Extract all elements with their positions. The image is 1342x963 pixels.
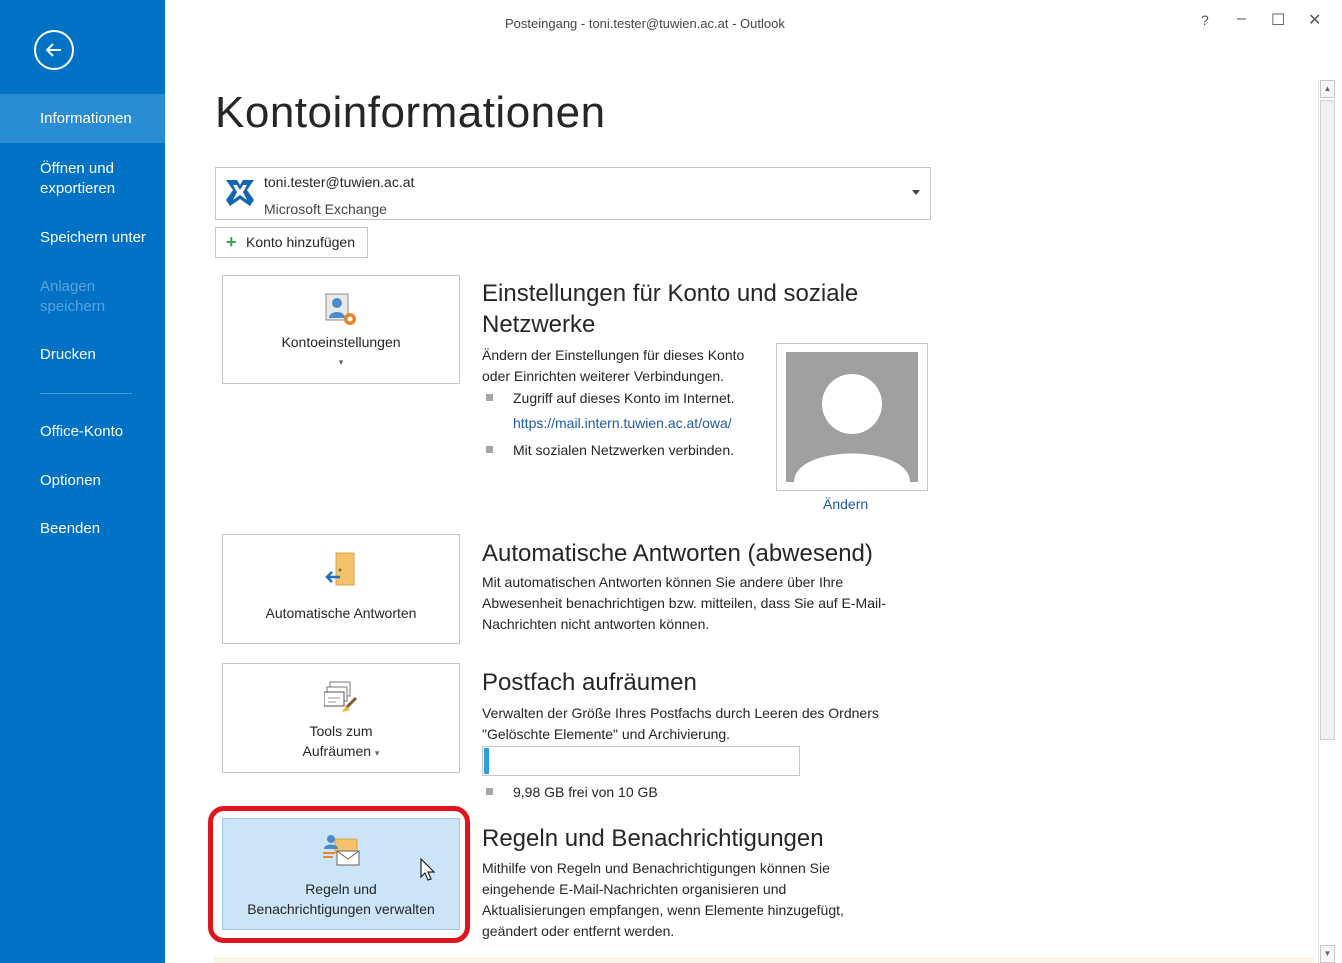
scroll-down-arrow-icon[interactable]: ▼: [1320, 945, 1335, 963]
automatic-replies-tile[interactable]: Automatische Antworten: [222, 534, 460, 644]
storage-usage-fill: [484, 748, 489, 774]
mailbox-cleanup-icon: [324, 681, 358, 712]
back-arrow-icon: [45, 43, 61, 57]
back-button[interactable]: [34, 30, 74, 70]
window-title: Posteingang - toni.tester@tuwien.ac.at -…: [505, 16, 785, 31]
nav-speichern-unter[interactable]: Speichern unter: [0, 228, 165, 248]
rules-alerts-icon: [323, 835, 360, 866]
bullet-icon: [486, 446, 493, 453]
nav-informationen[interactable]: Informationen: [0, 94, 165, 143]
close-button[interactable]: ✕: [1308, 10, 1321, 30]
settings-section-title: Einstellungen für Konto und soziale Netz…: [482, 280, 859, 338]
add-account-button[interactable]: + Konto hinzufügen: [215, 227, 368, 258]
plus-icon: +: [226, 232, 237, 252]
nav-divider: [40, 393, 132, 394]
nav-oeffnen-exportieren[interactable]: Öffnen und exportieren: [0, 159, 165, 199]
minimize-button[interactable]: –: [1237, 10, 1246, 28]
bullet-icon: [486, 394, 493, 401]
account-settings-icon: [325, 293, 356, 325]
nav-beenden[interactable]: Beenden: [0, 519, 165, 539]
account-type: Microsoft Exchange: [264, 201, 387, 217]
auto-reply-section-title: Automatische Antworten (abwesend): [482, 540, 873, 567]
manage-rules-tile[interactable]: Regeln und Benachrichtigungen verwalten: [222, 818, 460, 930]
social-networks-text: Mit sozialen Netzwerken verbinden.: [513, 442, 734, 458]
exchange-icon: [226, 180, 254, 206]
rules-section-title: Regeln und Benachrichtigungen: [482, 825, 824, 852]
maximize-button[interactable]: ☐: [1271, 10, 1285, 30]
nav-drucken[interactable]: Drucken: [0, 345, 165, 365]
tile-caret-icon: ▾: [374, 748, 380, 758]
page-title: Kontoinformationen: [215, 88, 606, 137]
mouse-cursor-icon: [420, 857, 436, 881]
owa-access-text: Zugriff auf dieses Konto im Internet.: [513, 390, 735, 406]
backstage-sidebar: Informationen Öffnen und exportieren Spe…: [0, 0, 165, 963]
nav-anlagen-speichern: Anlagen speichern: [40, 278, 106, 315]
tile-caret-icon: ▾: [338, 357, 344, 367]
profile-placeholder-icon: [786, 352, 918, 482]
account-email: toni.tester@tuwien.ac.at: [264, 174, 415, 190]
storage-free-text: 9,98 GB frei von 10 GB: [513, 784, 658, 800]
cleanup-tools-tile[interactable]: Tools zum Aufräumen ▾: [222, 663, 460, 773]
settings-description: Ändern der Einstellungen für dieses Kont…: [482, 347, 745, 384]
door-arrow-icon: [325, 552, 355, 586]
nav-office-konto[interactable]: Office-Konto: [0, 422, 165, 442]
owa-link[interactable]: https://mail.intern.tuwien.ac.at/owa/: [513, 413, 732, 434]
auto-reply-description: Mit automatischen Antworten können Sie a…: [482, 574, 886, 632]
bullet-icon: [486, 788, 493, 795]
rules-description: Mithilfe von Regeln und Benachrichtigung…: [482, 860, 844, 939]
storage-usage-bar: [482, 746, 800, 776]
change-photo-link[interactable]: Ändern: [823, 494, 868, 515]
account-selector[interactable]: toni.tester@tuwien.ac.at Microsoft Excha…: [215, 167, 931, 220]
scroll-up-arrow-icon[interactable]: ▲: [1320, 80, 1335, 98]
cleanup-section-title: Postfach aufräumen: [482, 669, 697, 696]
dropdown-caret-icon: [912, 190, 920, 195]
profile-photo-frame: [776, 343, 928, 491]
account-settings-tile[interactable]: Kontoeinstellungen ▾: [222, 275, 460, 384]
next-section-edge: [214, 957, 1314, 963]
help-button[interactable]: ?: [1201, 12, 1209, 28]
scroll-thumb[interactable]: [1320, 100, 1335, 740]
cleanup-description: Verwalten der Größe Ihres Postfachs durc…: [482, 705, 879, 742]
nav-optionen[interactable]: Optionen: [0, 471, 165, 491]
